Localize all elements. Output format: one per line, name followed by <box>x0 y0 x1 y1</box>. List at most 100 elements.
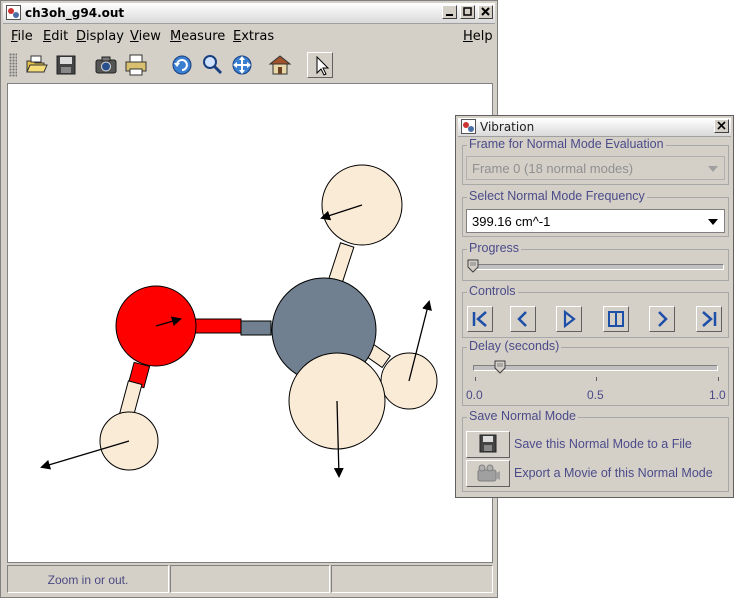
status-message: Zoom in or out. <box>47 573 129 587</box>
last-frame-button[interactable] <box>696 306 722 332</box>
vibration-titlebar[interactable]: Vibration <box>458 118 731 137</box>
close-button[interactable] <box>478 5 493 19</box>
first-frame-button[interactable] <box>467 306 493 332</box>
vibration-close-button[interactable] <box>714 119 729 133</box>
translate-icon <box>232 55 252 75</box>
save-mode-label[interactable]: Save this Normal Mode to a File <box>514 437 692 451</box>
molecule-scene[interactable] <box>8 84 492 562</box>
atoms <box>99 164 438 471</box>
bond-c-o <box>240 320 272 336</box>
delay-min-label: 0.0 <box>466 388 483 402</box>
print-button[interactable] <box>123 52 149 78</box>
app-icon <box>6 5 21 20</box>
frequency-select[interactable]: 399.16 cm^-1 <box>466 209 725 233</box>
chevron-down-icon <box>708 219 718 225</box>
pointer-button[interactable] <box>307 52 333 78</box>
status-cell-2 <box>170 565 330 593</box>
next-frame-button[interactable] <box>649 306 675 332</box>
print-icon <box>125 54 147 76</box>
rotate-icon <box>172 55 192 75</box>
menu-view[interactable]: View <box>130 29 161 44</box>
floppy-disk-icon <box>479 434 497 453</box>
delay-group: Delay (seconds) 0.0 0.5 1.0 <box>462 339 729 406</box>
export-movie-button[interactable] <box>466 460 510 487</box>
minimize-button[interactable] <box>442 5 457 19</box>
skip-last-icon <box>702 311 717 327</box>
translate-button[interactable] <box>229 52 255 78</box>
progress-track <box>469 264 724 270</box>
frequency-select-value: 399.16 cm^-1 <box>472 214 551 229</box>
vibration-dialog: Vibration Frame for Normal Mode Evaluati… <box>455 115 734 498</box>
save-group: Save Normal Mode Save this Normal Mode t… <box>462 409 729 492</box>
statusbar: Zoom in or out. <box>7 565 493 595</box>
open-icon <box>26 55 48 73</box>
delay-mid-label: 0.5 <box>587 388 604 402</box>
menu-edit[interactable]: Edit <box>43 29 68 44</box>
progress-group-label: Progress <box>467 241 522 255</box>
frame-select-value: Frame 0 (18 normal modes) <box>472 161 634 176</box>
save-group-label: Save Normal Mode <box>467 409 578 423</box>
rotate-button[interactable] <box>169 52 195 78</box>
controls-group-label: Controls <box>467 284 518 298</box>
home-button[interactable] <box>267 52 293 78</box>
molecule-viewer[interactable] <box>7 83 493 563</box>
play-icon <box>563 309 576 329</box>
previous-frame-button[interactable] <box>510 306 536 332</box>
open-button[interactable] <box>23 52 49 78</box>
bond-o-c <box>192 318 242 334</box>
chevron-left-icon <box>517 311 527 327</box>
delay-group-label: Delay (seconds) <box>467 339 562 353</box>
menu-file[interactable]: File <box>11 29 33 44</box>
status-cell-message: Zoom in or out. <box>7 565 169 593</box>
main-titlebar[interactable]: ch3oh_g94.out <box>3 3 495 24</box>
controls-group: Controls <box>462 284 729 338</box>
save-button[interactable] <box>53 52 79 78</box>
zoom-button[interactable] <box>199 52 225 78</box>
progress-slider-thumb[interactable] <box>467 259 479 273</box>
save-mode-row[interactable]: Save this Normal Mode to a File <box>466 431 726 458</box>
menu-help[interactable]: Help <box>463 29 493 44</box>
play-button[interactable] <box>556 306 582 332</box>
delay-tick-min <box>475 377 476 381</box>
maximize-icon <box>463 7 472 16</box>
frequency-group: Select Normal Mode Frequency 399.16 cm^-… <box>462 189 729 237</box>
frame-group-label: Frame for Normal Mode Evaluation <box>467 137 666 151</box>
pause-button[interactable] <box>603 306 629 332</box>
maximize-button[interactable] <box>460 5 475 19</box>
movie-camera-icon <box>477 464 500 482</box>
export-movie-row[interactable]: Export a Movie of this Normal Mode <box>466 460 726 487</box>
save-icon <box>56 55 76 75</box>
menu-display[interactable]: Display <box>76 29 124 44</box>
menu-extras[interactable]: Extras <box>233 29 274 44</box>
menu-measure[interactable]: Measure <box>170 29 225 44</box>
close-icon <box>717 121 726 130</box>
delay-tick-max <box>718 377 719 381</box>
home-icon <box>268 55 292 75</box>
toolbar-grip[interactable] <box>9 53 17 77</box>
export-movie-label[interactable]: Export a Movie of this Normal Mode <box>514 466 713 480</box>
zoom-icon <box>203 55 223 75</box>
pointer-icon <box>316 55 330 76</box>
save-mode-button[interactable] <box>466 431 510 458</box>
vibration-title: Vibration <box>480 120 535 134</box>
frequency-group-label: Select Normal Mode Frequency <box>467 189 647 203</box>
delay-slider-thumb[interactable] <box>494 360 506 374</box>
delay-max-label: 1.0 <box>709 388 726 402</box>
frame-group: Frame for Normal Mode Evaluation Frame 0… <box>462 137 729 185</box>
status-cell-3 <box>331 565 493 593</box>
minimize-icon <box>446 14 453 16</box>
pause-icon <box>608 311 624 327</box>
frame-select[interactable]: Frame 0 (18 normal modes) <box>466 156 725 180</box>
menubar: File Edit Display View Measure Extras He… <box>3 25 495 47</box>
progress-group: Progress <box>462 241 729 281</box>
chevron-down-icon <box>708 166 718 172</box>
skip-first-icon <box>472 311 487 327</box>
toolbar <box>3 49 495 81</box>
chevron-right-icon <box>658 311 668 327</box>
app-icon <box>461 119 476 134</box>
main-window: ch3oh_g94.out File Edit Display View Mea… <box>0 0 498 598</box>
delay-track <box>473 365 718 371</box>
screenshot-button[interactable] <box>93 52 119 78</box>
window-title: ch3oh_g94.out <box>25 6 125 20</box>
close-icon <box>481 7 490 16</box>
